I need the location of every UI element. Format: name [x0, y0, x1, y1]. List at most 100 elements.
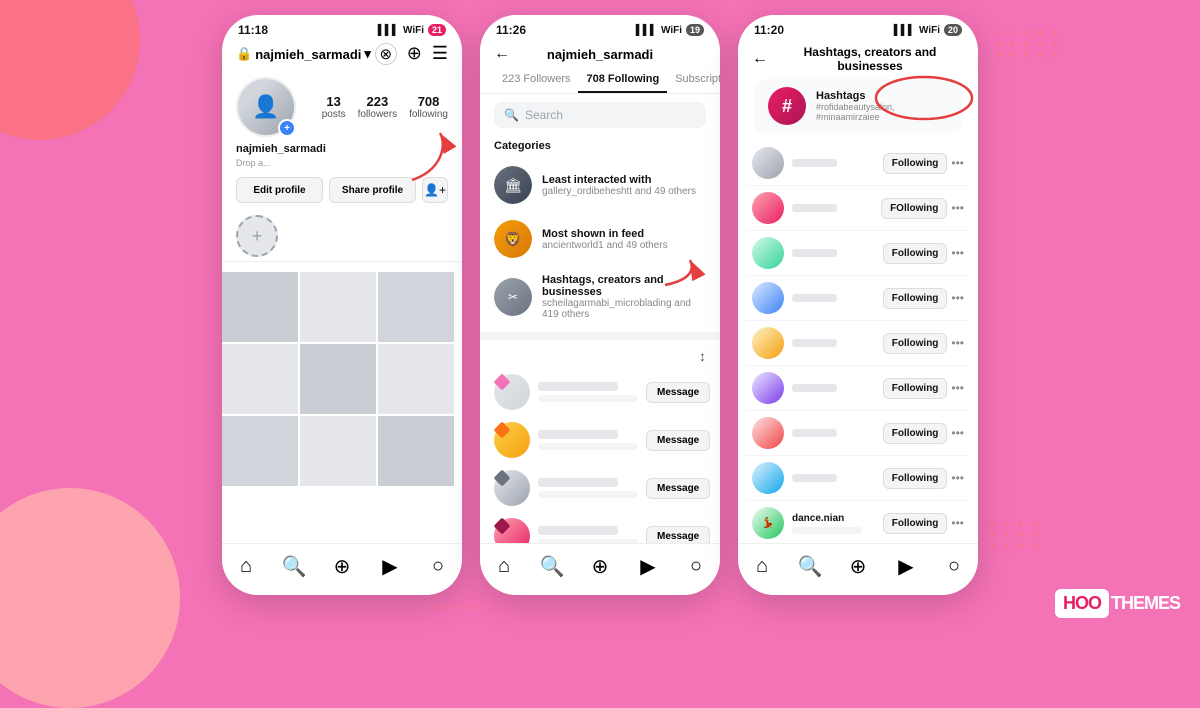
profile-section: 👤 + 13 posts 223 followers 708 following — [222, 71, 462, 141]
tab-followers[interactable]: 223 Followers — [494, 67, 578, 93]
category-text-2: Most shown in feed ancientworld1 and 49 … — [542, 228, 706, 251]
following-avatar-9: 💃 — [752, 507, 784, 539]
following-avatar-1 — [752, 147, 784, 179]
status-bar-2: 11:26 ▌▌▌ WiFi 19 — [480, 15, 720, 41]
more-dots-p3-2[interactable]: ••• — [951, 201, 964, 215]
back-button-3[interactable]: ← — [752, 50, 768, 68]
nav-reel-3[interactable]: ▶ — [888, 549, 924, 585]
more-dots-p3-7[interactable]: ••• — [951, 426, 964, 440]
following-button-7[interactable]: Following — [883, 423, 948, 444]
message-button-3[interactable]: Message — [646, 478, 710, 499]
follower-sub-2 — [538, 443, 638, 450]
back-button-2[interactable]: ← — [494, 45, 510, 63]
lock-icon: 🔒 — [236, 46, 252, 62]
status-bar-1: 11:18 ▌▌▌ WiFi 21 — [222, 15, 462, 41]
nav-reel-2[interactable]: ▶ — [630, 549, 666, 585]
more-dots-p3-8[interactable]: ••• — [951, 471, 964, 485]
follower-row-2: Message ••• — [480, 416, 720, 464]
grid-cell — [378, 344, 454, 414]
grid-cell — [378, 272, 454, 342]
follower-info-2 — [538, 430, 638, 450]
grid-cell — [222, 272, 298, 342]
more-dots-p3-9[interactable]: ••• — [951, 516, 964, 530]
profile-display-name: najmieh_sarmadi — [222, 141, 462, 157]
following-button-2[interactable]: FOllowing — [881, 198, 947, 219]
category-row-2[interactable]: 🦁 Most shown in feed ancientworld1 and 4… — [480, 212, 720, 266]
time-1: 11:18 — [238, 23, 268, 37]
following-button-5[interactable]: Following — [883, 333, 948, 354]
share-profile-button[interactable]: Share profile — [329, 177, 416, 203]
battery-badge-2: 19 — [686, 24, 704, 36]
signal-icon: ▌▌▌ — [378, 25, 399, 36]
category-row-1[interactable]: 🏛 Least interacted with gallery_ordibehe… — [480, 158, 720, 212]
following-avatar-7 — [752, 417, 784, 449]
signal-icon-2: ▌▌▌ — [636, 25, 657, 36]
nav-search-3[interactable]: 🔍 — [792, 549, 828, 585]
follower-row-1: Message ••• — [480, 368, 720, 416]
nav-reel-1[interactable]: ▶ — [372, 549, 408, 585]
phone2-header: ← najmieh_sarmadi — [480, 41, 720, 67]
more-dots-p3-1[interactable]: ••• — [951, 156, 964, 170]
username-text: najmieh_sarmadi — [255, 47, 361, 62]
follower-name-2 — [538, 430, 618, 439]
add-icon[interactable]: ⊕ — [407, 43, 422, 65]
more-dots-p3-3[interactable]: ••• — [951, 246, 964, 260]
following-button-3[interactable]: Following — [883, 243, 948, 264]
cat-sub-1: gallery_ordibeheshtt and 49 others — [542, 186, 706, 197]
story-add[interactable]: + — [236, 215, 278, 257]
nav-home-3[interactable]: ⌂ — [744, 549, 780, 585]
phone1-header-icons: ⊗ ⊕ ☰ — [375, 43, 448, 65]
battery-badge-3: 20 — [944, 24, 962, 36]
bottom-nav-3: ⌂ 🔍 ⊕ ▶ ○ — [738, 543, 978, 595]
menu-icon[interactable]: ☰ — [432, 43, 448, 65]
signal-icon-3: ▌▌▌ — [894, 25, 915, 36]
hashtag-sub: #rofidabeautysalon, #minaamirzaiee — [816, 102, 948, 122]
search-placeholder[interactable]: Search — [525, 108, 563, 122]
follower-sub-1 — [538, 395, 638, 402]
nav-home-2[interactable]: ⌂ — [486, 549, 522, 585]
nav-search-1[interactable]: 🔍 — [276, 549, 312, 585]
edit-profile-button[interactable]: Edit profile — [236, 177, 323, 203]
wifi-icon-3: WiFi — [919, 25, 940, 36]
posts-label: posts — [322, 109, 346, 120]
category-row-3[interactable]: ✂ Hashtags, creators and businesses sche… — [480, 266, 720, 328]
hashtag-section[interactable]: # Hashtags #rofidabeautysalon, #minaamir… — [754, 79, 962, 133]
nav-profile-1[interactable]: ○ — [420, 549, 456, 585]
following-button-9[interactable]: Following — [883, 513, 948, 534]
avatar-wrap: 👤 + — [236, 77, 296, 137]
sort-icon[interactable]: ↕ — [699, 348, 706, 364]
message-button-1[interactable]: Message — [646, 382, 710, 403]
message-button-2[interactable]: Message — [646, 430, 710, 451]
nav-profile-2[interactable]: ○ — [678, 549, 714, 585]
add-person-button[interactable]: 👤+ — [422, 177, 448, 203]
threads-icon[interactable]: ⊗ — [375, 43, 397, 65]
phone1-username: 🔒 najmieh_sarmadi ▾ — [236, 46, 371, 62]
category-text-1: Least interacted with gallery_ordibehesh… — [542, 174, 706, 197]
following-avatar-3 — [752, 237, 784, 269]
phone-3: 11:20 ▌▌▌ WiFi 20 ← Hashtags, creators a… — [738, 15, 978, 595]
avatar-add-button[interactable]: + — [278, 119, 296, 137]
following-avatar-4 — [752, 282, 784, 314]
following-button-4[interactable]: Following — [883, 288, 948, 309]
profile-actions: Edit profile Share profile 👤+ — [222, 169, 462, 211]
nav-search-2[interactable]: 🔍 — [534, 549, 570, 585]
more-dots-p3-4[interactable]: ••• — [951, 291, 964, 305]
nav-profile-3[interactable]: ○ — [936, 549, 972, 585]
nav-add-1[interactable]: ⊕ — [324, 549, 360, 585]
nav-add-2[interactable]: ⊕ — [582, 549, 618, 585]
following-button-1[interactable]: Following — [883, 153, 948, 174]
more-dots-p3-6[interactable]: ••• — [951, 381, 964, 395]
follower-avatar-2 — [494, 422, 530, 458]
following-button-8[interactable]: Following — [883, 468, 948, 489]
hashtag-icon: # — [768, 87, 806, 125]
following-name-3 — [792, 249, 837, 257]
more-dots-p3-5[interactable]: ••• — [951, 336, 964, 350]
following-row-4: Following ••• — [746, 276, 970, 321]
nav-home-1[interactable]: ⌂ — [228, 549, 264, 585]
tab-subscriptions[interactable]: Subscriptions — [667, 67, 720, 93]
tab-following[interactable]: 708 Following — [578, 67, 667, 93]
following-button-6[interactable]: Following — [883, 378, 948, 399]
nav-add-3[interactable]: ⊕ — [840, 549, 876, 585]
bottom-nav-1: ⌂ 🔍 ⊕ ▶ ○ — [222, 543, 462, 595]
following-info-9: dance.nian — [792, 513, 883, 534]
